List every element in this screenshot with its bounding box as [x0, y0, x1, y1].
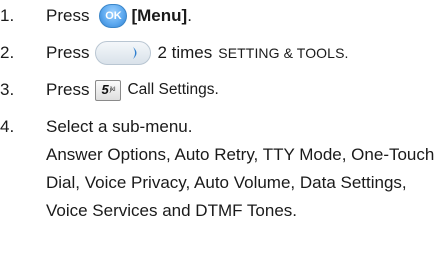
ok-key-label: OK [105, 10, 122, 22]
ok-key-icon: OK [99, 4, 128, 28]
key-letters: jkl [109, 87, 116, 93]
step-text: Select a sub-menu. [46, 117, 193, 136]
step-number: 3. [0, 80, 15, 99]
menu-label: [Menu] [131, 6, 188, 25]
submenu-list: Answer Options, Auto Retry, TTY Mode, On… [46, 145, 435, 220]
number-5-key-icon: 5 jkl [95, 79, 122, 101]
nav-right-key-icon [95, 41, 152, 65]
step-number: 4. [0, 117, 15, 136]
instruction-steps: 1. Press OK [Menu]. 2. Press 2 times SET… [0, 0, 440, 280]
menu-target: SETTING & TOOLS. [218, 45, 349, 61]
step-end: . [187, 6, 192, 25]
step-number: 1. [0, 6, 15, 25]
step-text: Press [46, 6, 90, 25]
menu-target: Call Settings. [127, 81, 219, 98]
step-text: Press [46, 80, 90, 99]
press-count: 2 times [157, 43, 213, 62]
key-digit: 5 [101, 82, 109, 97]
step-number: 2. [0, 43, 15, 62]
step-text: Press [46, 43, 90, 62]
